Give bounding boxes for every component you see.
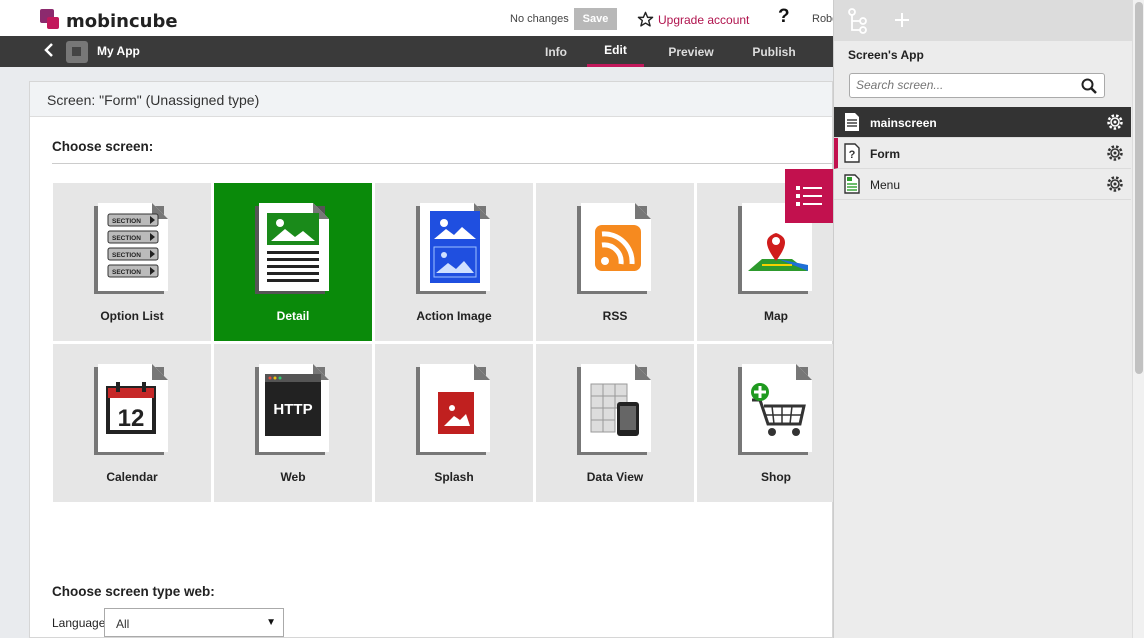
gear-icon[interactable] bbox=[1105, 143, 1125, 163]
tile-label: Map bbox=[764, 309, 788, 323]
list-icon bbox=[796, 186, 822, 206]
option-list-section-text: SECTION bbox=[112, 235, 141, 242]
screen-item-menu[interactable]: Menu bbox=[834, 169, 1131, 200]
logo-text: mobincube bbox=[66, 11, 178, 32]
tile-label: Web bbox=[280, 470, 306, 484]
gear-icon[interactable] bbox=[1105, 174, 1125, 194]
screen-search-input[interactable] bbox=[856, 74, 1076, 96]
option-list-section-text: SECTION bbox=[112, 269, 141, 276]
option-list-section-text: SECTION bbox=[112, 252, 141, 259]
scrollbar-thumb[interactable] bbox=[1135, 2, 1143, 374]
option-list-section-text: SECTION bbox=[112, 218, 141, 225]
sidebar-title: Screen's App bbox=[848, 48, 924, 62]
web-http-text: HTTP bbox=[273, 401, 312, 418]
back-arrow-icon[interactable] bbox=[44, 42, 54, 63]
sidebar-toolbar bbox=[834, 0, 1132, 41]
question-document-icon: ? bbox=[844, 143, 860, 163]
rss-icon bbox=[577, 203, 651, 294]
upgrade-account-label: Upgrade account bbox=[658, 12, 750, 27]
user-name[interactable]: Robe bbox=[812, 13, 833, 25]
upgrade-account-link[interactable]: Upgrade account bbox=[637, 11, 749, 28]
tile-web[interactable]: HTTP Web bbox=[214, 344, 372, 502]
tab-info[interactable]: Info bbox=[527, 36, 585, 67]
search-icon[interactable] bbox=[1081, 78, 1097, 94]
app-icon bbox=[66, 41, 88, 63]
tile-splash[interactable]: Splash bbox=[375, 344, 533, 502]
dropdown-arrow-icon: ▼ bbox=[266, 617, 276, 628]
divider bbox=[52, 163, 834, 164]
screen-editor-panel: Screen: "Form" (Unassigned type) Choose … bbox=[29, 81, 855, 638]
tile-action-image[interactable]: Action Image bbox=[375, 183, 533, 341]
tile-label: Option List bbox=[100, 309, 164, 323]
choose-web-title: Choose screen type web: bbox=[52, 584, 215, 599]
tile-detail[interactable]: Detail bbox=[214, 183, 372, 341]
calendar-day: 12 bbox=[118, 405, 145, 432]
mobincube-logo[interactable]: mobincube bbox=[40, 7, 178, 32]
panel-header: Screen: "Form" (Unassigned type) bbox=[30, 82, 832, 117]
tile-option-list[interactable]: SECTION SECTION SECTION SECTION Option L… bbox=[53, 183, 211, 341]
top-header: mobincube No changes Save Upgrade accoun… bbox=[0, 0, 833, 36]
save-button[interactable]: Save bbox=[574, 8, 617, 30]
tile-data-view[interactable]: Data View bbox=[536, 344, 694, 502]
tile-label: Calendar bbox=[106, 470, 158, 484]
tab-edit[interactable]: Edit bbox=[587, 36, 644, 67]
tile-label: Action Image bbox=[416, 309, 492, 323]
tile-label: Data View bbox=[586, 470, 644, 484]
screen-list-toggle-button[interactable] bbox=[785, 169, 833, 223]
screen-item-name: Form bbox=[870, 147, 900, 161]
language-label: Language bbox=[52, 616, 106, 630]
splash-icon bbox=[416, 364, 490, 455]
svg-text:?: ? bbox=[849, 149, 856, 161]
language-select[interactable]: All ▼ bbox=[104, 608, 284, 637]
tile-rss[interactable]: RSS bbox=[536, 183, 694, 341]
logo-mark-icon bbox=[40, 8, 62, 31]
screens-sidebar: Screen's App mainscreen ? Form Menu bbox=[833, 0, 1132, 638]
tile-label: RSS bbox=[602, 309, 628, 323]
screen-item-name: Menu bbox=[870, 178, 901, 192]
choose-screen-title: Choose screen: bbox=[52, 139, 154, 154]
gear-icon[interactable] bbox=[1105, 112, 1125, 132]
tab-publish[interactable]: Publish bbox=[744, 36, 804, 67]
help-icon[interactable]: ? bbox=[778, 6, 790, 28]
language-value: All bbox=[116, 617, 130, 631]
tile-label: Shop bbox=[761, 470, 791, 484]
action-image-icon bbox=[416, 203, 490, 294]
tile-label: Detail bbox=[276, 309, 310, 323]
app-name: My App bbox=[97, 44, 140, 58]
screen-item-mainscreen[interactable]: mainscreen bbox=[834, 107, 1131, 138]
tile-calendar[interactable]: 12 Calendar bbox=[53, 344, 211, 502]
star-icon bbox=[637, 11, 654, 27]
screen-item-name: mainscreen bbox=[870, 116, 937, 130]
calendar-icon: 12 bbox=[94, 364, 168, 455]
tree-structure-icon[interactable] bbox=[847, 8, 869, 34]
save-status: No changes bbox=[510, 13, 569, 25]
web-icon: HTTP bbox=[255, 364, 329, 455]
app-navbar: My App Info Edit Preview Publish bbox=[0, 36, 833, 67]
tile-label: Splash bbox=[434, 470, 474, 484]
tile-shop[interactable]: Shop bbox=[697, 344, 855, 502]
screen-type-grid: SECTION SECTION SECTION SECTION Option L… bbox=[53, 183, 855, 502]
screen-search-box bbox=[849, 73, 1105, 98]
detail-icon bbox=[255, 203, 329, 294]
menu-document-icon bbox=[844, 174, 860, 194]
option-list-icon: SECTION SECTION SECTION SECTION bbox=[94, 203, 168, 294]
page-scrollbar[interactable] bbox=[1132, 0, 1144, 638]
add-screen-icon[interactable] bbox=[894, 12, 910, 28]
document-icon bbox=[845, 113, 859, 131]
data-view-icon bbox=[577, 364, 651, 455]
screen-item-form[interactable]: ? Form bbox=[834, 138, 1131, 169]
tab-preview[interactable]: Preview bbox=[660, 36, 722, 67]
shop-icon bbox=[738, 364, 812, 455]
